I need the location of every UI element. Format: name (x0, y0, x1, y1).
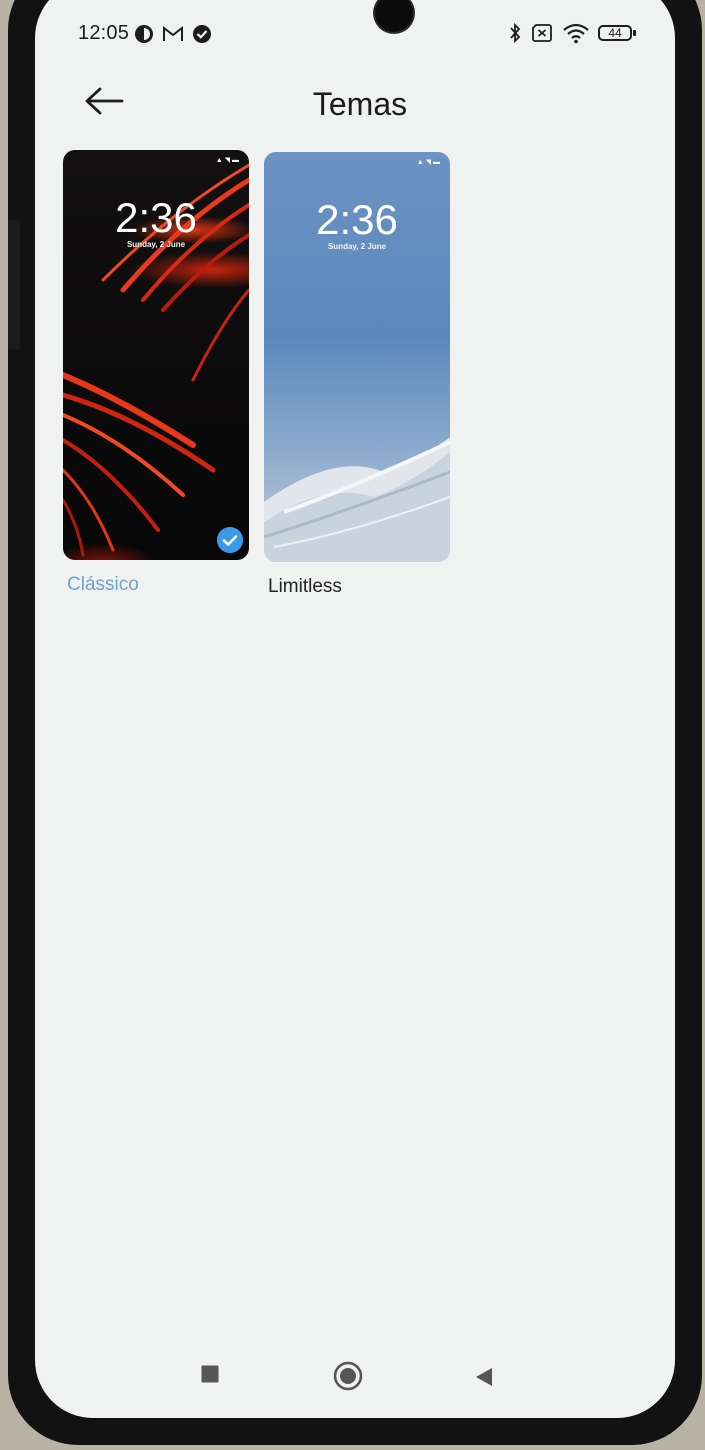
wifi-icon (563, 23, 589, 44)
status-bar: 12:05 44 (78, 22, 638, 46)
no-sim-icon (532, 24, 552, 42)
preview-clock: 2:36 (316, 196, 398, 243)
recents-square-icon (201, 1365, 219, 1383)
preview-clock: 2:36 (115, 194, 197, 241)
data-saver-icon (135, 25, 153, 43)
theme-preview-limitless[interactable]: ▲ ◥ ▬ 2:36 Sunday, 2 June (264, 152, 450, 562)
preview-date: Sunday, 2 June (126, 240, 186, 249)
theme-card-limitless[interactable]: ▲ ◥ ▬ 2:36 Sunday, 2 June Limitless (264, 152, 450, 597)
preview-date: Sunday, 2 June (327, 242, 387, 251)
selected-check-icon (217, 527, 243, 553)
theme-label-limitless: Limitless (268, 576, 342, 597)
status-time: 12:05 (78, 22, 130, 44)
gmail-icon (163, 25, 183, 41)
notification-icons (134, 24, 212, 44)
home-button[interactable] (333, 1361, 363, 1396)
check-circle-icon (193, 25, 211, 43)
theme-card-classico[interactable]: ▲ ◥ ▬ 2:36 Sunday, 2 June Clássico (63, 150, 249, 595)
preview-status-icons: ▲ ◥ ▬ (215, 157, 239, 164)
recents-button[interactable] (200, 1364, 220, 1389)
battery-level: 44 (608, 26, 622, 40)
bluetooth-icon (510, 22, 521, 44)
page-title: Temas (312, 86, 408, 122)
home-circle-icon (333, 1361, 363, 1391)
battery-icon: 44 (598, 23, 638, 43)
nav-back-button[interactable] (473, 1366, 495, 1393)
theme-preview-classico[interactable]: ▲ ◥ ▬ 2:36 Sunday, 2 June (63, 150, 249, 560)
system-icons: 44 (508, 22, 638, 44)
back-triangle-icon (476, 1368, 492, 1386)
phone-side-button (8, 220, 20, 350)
back-button[interactable] (82, 84, 126, 118)
theme-label-classico: Clássico (67, 574, 139, 595)
preview-status-icons: ▲ ◥ ▬ (416, 159, 440, 166)
back-arrow-icon (85, 87, 124, 115)
